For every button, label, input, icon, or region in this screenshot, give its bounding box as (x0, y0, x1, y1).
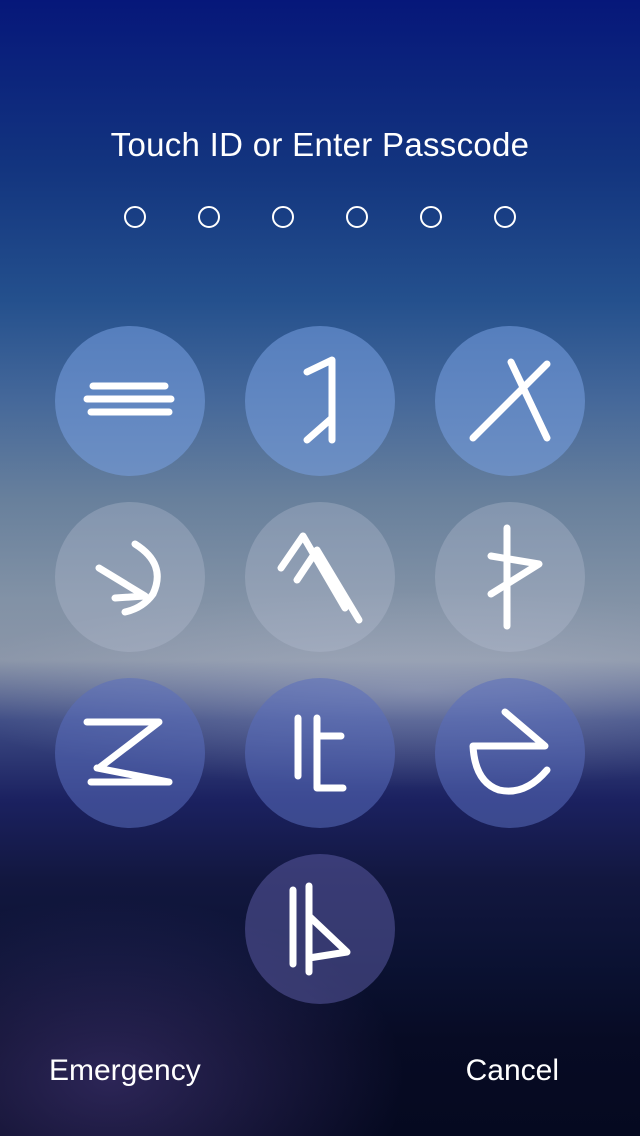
key-6[interactable] (435, 502, 585, 652)
cancel-button[interactable]: Cancel (466, 1054, 559, 1088)
passcode-dot (124, 206, 146, 228)
key-0[interactable] (245, 854, 395, 1004)
rune-zigzag-icon (303, 356, 336, 444)
key-1[interactable] (55, 326, 205, 476)
key-9[interactable] (435, 678, 585, 828)
key-5[interactable] (245, 502, 395, 652)
rune-z-lines-icon (83, 718, 173, 786)
passcode-dot (272, 206, 294, 228)
key-4[interactable] (55, 502, 205, 652)
key-3[interactable] (435, 326, 585, 476)
rune-triple-lines-icon (83, 382, 175, 416)
emergency-button[interactable]: Emergency (49, 1054, 201, 1088)
passcode-dot (420, 206, 442, 228)
key-2[interactable] (245, 326, 395, 476)
passcode-dot (198, 206, 220, 228)
rune-bars-flag-icon (289, 882, 351, 976)
page-title: Touch ID or Enter Passcode (110, 126, 530, 163)
rune-thorn-icon (487, 524, 543, 630)
passcode-dot (494, 206, 516, 228)
rune-arc-arrow-icon (95, 540, 161, 616)
key-8[interactable] (245, 678, 395, 828)
rune-bar-corner-icon (294, 714, 347, 792)
passcode-dot (346, 206, 368, 228)
rune-curve-icon (469, 708, 551, 795)
passcode-dots (124, 206, 516, 232)
rune-cross-icon (469, 358, 551, 442)
key-7[interactable] (55, 678, 205, 828)
rune-double-chevron-icon (277, 532, 363, 624)
